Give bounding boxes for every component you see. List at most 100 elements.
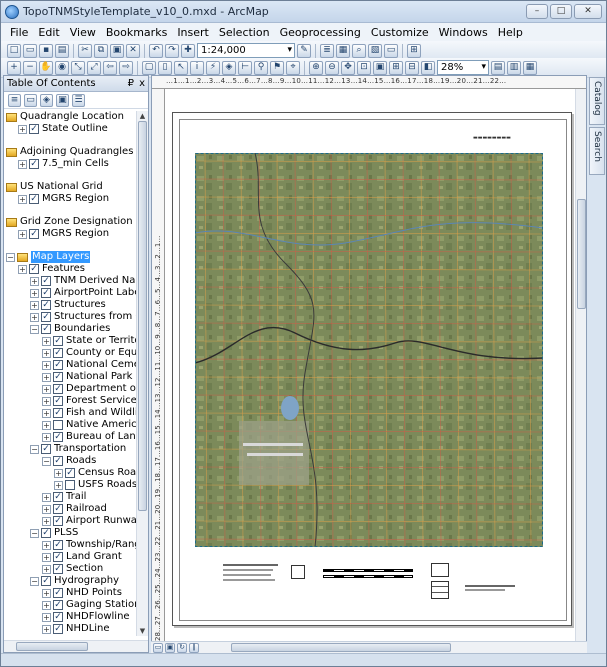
topographic-map-frame[interactable] xyxy=(195,153,543,547)
collapse-toggle-icon[interactable]: − xyxy=(30,528,39,538)
layout-zoom-in-icon[interactable]: ⊕ xyxy=(309,60,323,75)
toc-layer-row[interactable]: +✓Contours xyxy=(30,635,99,636)
menu-geoprocessing[interactable]: Geoprocessing xyxy=(275,26,366,39)
toc-layer-row[interactable]: +✓State or Territory xyxy=(42,335,136,347)
editor-toolbar-icon[interactable]: ✎ xyxy=(297,43,311,58)
toc-layer-row[interactable]: +✓Census Roads xyxy=(54,467,136,479)
back-extent-icon[interactable]: ⇦ xyxy=(103,60,117,75)
table-of-contents-icon[interactable]: ≣ xyxy=(320,43,334,58)
pin-icon[interactable]: ₽ xyxy=(128,76,134,91)
maximize-button[interactable]: □ xyxy=(550,4,572,19)
layout-vertical-scrollbar[interactable] xyxy=(575,89,586,652)
layer-visibility-checkbox[interactable]: ✓ xyxy=(53,372,63,382)
toc-layer-row[interactable]: − Map Layers xyxy=(6,251,91,263)
toc-layer-row[interactable]: + ✓ MGRS Region xyxy=(18,228,109,240)
menu-windows[interactable]: Windows xyxy=(434,26,493,39)
expand-toggle-icon[interactable]: + xyxy=(42,624,51,634)
toc-layer-row[interactable]: + ✓ State Outline xyxy=(18,123,108,135)
expand-toggle-icon[interactable]: + xyxy=(42,564,51,574)
expand-toggle-icon[interactable]: + xyxy=(42,492,51,502)
toc-layer-row[interactable]: − ✓ Transportation xyxy=(30,443,126,455)
layer-visibility-checkbox[interactable]: ✓ xyxy=(53,396,63,406)
layer-visibility-checkbox[interactable]: ✓ xyxy=(41,528,51,538)
collapse-toggle-icon[interactable]: − xyxy=(6,252,15,262)
expand-toggle-icon[interactable]: + xyxy=(42,360,51,370)
layer-visibility-checkbox[interactable]: ✓ xyxy=(53,360,63,370)
change-layout-icon[interactable]: ▦ xyxy=(523,60,537,75)
zoom-whole-page-icon[interactable]: ⊡ xyxy=(357,60,371,75)
expand-toggle-icon[interactable]: + xyxy=(42,336,51,346)
layer-visibility-checkbox[interactable]: ✓ xyxy=(53,432,63,442)
toc-layer-row[interactable]: + ✓ Land Grant xyxy=(42,551,122,563)
toc-layer-row[interactable]: +✓Structures from GNIS xyxy=(30,311,136,323)
layer-visibility-checkbox[interactable]: ✓ xyxy=(41,288,51,298)
select-elements-icon[interactable]: ↖ xyxy=(174,60,188,75)
collapse-toggle-icon[interactable]: − xyxy=(30,576,39,586)
fixed-zoom-out-icon[interactable]: ⤢ xyxy=(87,60,101,75)
toc-layer-row[interactable]: + ✓ NHD Points xyxy=(42,587,122,599)
toc-layer-row[interactable]: Adjoining Quadrangles xyxy=(6,146,133,158)
expand-toggle-icon[interactable]: + xyxy=(42,420,51,430)
expand-toggle-icon[interactable]: + xyxy=(54,480,63,490)
redo-icon[interactable]: ↷ xyxy=(165,43,179,58)
toc-hscroll-thumb[interactable] xyxy=(16,642,88,651)
menu-selection[interactable]: Selection xyxy=(214,26,275,39)
toc-layer-row[interactable]: + Native American La xyxy=(42,419,136,431)
toc-layer-row[interactable]: + ✓ Structures xyxy=(30,299,106,311)
search-window-icon[interactable]: ⌕ xyxy=(352,43,366,58)
fixed-layout-zoom-out-icon[interactable]: ⊟ xyxy=(405,60,419,75)
expand-toggle-icon[interactable]: + xyxy=(54,468,63,478)
toc-layer-row[interactable]: +✓Fish and Wildlife Se xyxy=(42,407,136,419)
data-view-icon[interactable]: ▭ xyxy=(153,642,163,653)
expand-toggle-icon[interactable]: + xyxy=(42,588,51,598)
layer-visibility-checkbox[interactable]: ✓ xyxy=(53,612,63,622)
toc-layer-row[interactable]: +✓TNM Derived Names xyxy=(30,275,136,287)
title-bar[interactable]: TopoTNMStyleTemplate_v10_0.mxd - ArcMap … xyxy=(1,1,606,23)
scroll-up-icon[interactable]: ▲ xyxy=(137,111,148,121)
layer-visibility-checkbox[interactable]: ✓ xyxy=(41,276,51,286)
toc-layer-row[interactable]: Quadrangle Location xyxy=(6,111,124,123)
list-by-visibility-icon[interactable]: ◈ xyxy=(40,93,53,107)
layout-horizontal-scroll-thumb[interactable] xyxy=(231,643,451,652)
clear-selection-icon[interactable]: ▯ xyxy=(158,60,172,75)
cut-icon[interactable]: ✂ xyxy=(78,43,92,58)
layer-visibility-checkbox[interactable]: ✓ xyxy=(53,564,63,574)
toc-horizontal-scrollbar[interactable] xyxy=(4,640,148,652)
toc-layer-row[interactable]: + ✓ MGRS Region xyxy=(18,193,109,205)
toc-layer-row[interactable]: +✓National Park Servic xyxy=(42,371,136,383)
layer-visibility-checkbox[interactable]: ✓ xyxy=(53,348,63,358)
close-icon[interactable]: x xyxy=(139,76,145,91)
expand-toggle-icon[interactable]: + xyxy=(42,372,51,382)
toc-layer-row[interactable]: − ✓ PLSS xyxy=(30,527,78,539)
layer-visibility-checkbox[interactable]: ✓ xyxy=(53,600,63,610)
catalog-icon[interactable]: ▦ xyxy=(336,43,350,58)
minimize-button[interactable]: – xyxy=(526,4,548,19)
toc-layer-row[interactable]: + ✓ Airport Runway xyxy=(42,515,136,527)
expand-toggle-icon[interactable]: + xyxy=(42,408,51,418)
expand-toggle-icon[interactable]: + xyxy=(30,276,39,286)
expand-toggle-icon[interactable]: + xyxy=(42,540,51,550)
list-by-source-icon[interactable]: ▭ xyxy=(24,93,37,107)
layer-visibility-checkbox[interactable]: ✓ xyxy=(41,324,51,334)
layer-visibility-checkbox[interactable]: ✓ xyxy=(53,384,63,394)
layer-visibility-checkbox[interactable]: ✓ xyxy=(53,516,63,526)
layer-visibility-checkbox[interactable]: ✓ xyxy=(41,300,51,310)
expand-toggle-icon[interactable]: + xyxy=(42,612,51,622)
toc-layer-row[interactable]: +✓Department of Defe xyxy=(42,383,136,395)
layout-view[interactable]: …1…1…2…3…4…5…6…7…8…9…10…11…12…13…14…15…1… xyxy=(151,75,587,653)
expand-toggle-icon[interactable]: + xyxy=(18,264,27,274)
close-button[interactable]: ✕ xyxy=(574,4,602,19)
layer-visibility-checkbox[interactable]: ✓ xyxy=(41,312,51,322)
hyperlink-icon[interactable]: ⚡ xyxy=(206,60,220,75)
find-route-icon[interactable]: ⚑ xyxy=(270,60,284,75)
layer-visibility-checkbox[interactable]: ✓ xyxy=(53,504,63,514)
menu-help[interactable]: Help xyxy=(493,26,528,39)
expand-toggle-icon[interactable]: + xyxy=(42,432,51,442)
list-by-selection-icon[interactable]: ▣ xyxy=(56,93,69,107)
collapse-toggle-icon[interactable]: − xyxy=(42,456,51,466)
search-tab[interactable]: Search xyxy=(589,127,605,175)
expand-toggle-icon[interactable]: + xyxy=(30,300,39,310)
layout-pan-icon[interactable]: ✥ xyxy=(341,60,355,75)
menu-bookmarks[interactable]: Bookmarks xyxy=(101,26,172,39)
expand-toggle-icon[interactable]: + xyxy=(42,384,51,394)
